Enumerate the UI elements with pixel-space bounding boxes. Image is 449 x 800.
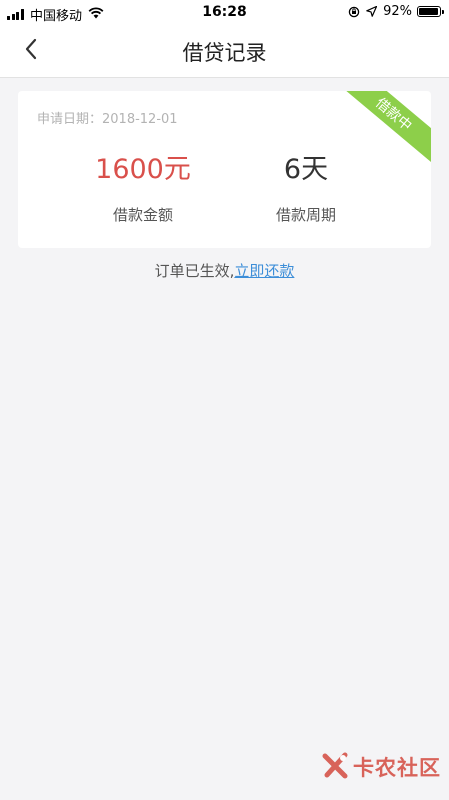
loan-term-stat: 6天 借款周期 — [236, 153, 376, 225]
rotation-lock-icon — [348, 6, 360, 18]
loan-amount-value: 1600元 — [95, 154, 191, 185]
order-status-message: 订单已生效,立即还款 — [0, 260, 449, 281]
status-bar: 中国移动 16:28 92% — [0, 0, 449, 25]
loan-amount-label: 借款金额 — [112, 206, 173, 224]
watermark-x-icon — [321, 750, 351, 784]
location-arrow-icon — [366, 6, 378, 17]
loan-record-card[interactable]: 申请日期：2018-12-01 借款中 1600元 借款金额 6天 借款周期 — [18, 91, 431, 248]
order-status-text: 订单已生效, — [154, 262, 235, 280]
watermark-text: 卡农社区 — [353, 756, 441, 780]
loan-term-label: 借款周期 — [275, 206, 336, 224]
nav-bar: 借贷记录 — [0, 25, 449, 78]
watermark-logo: 卡农社区 — [321, 750, 441, 784]
loan-term-value: 6天 — [283, 154, 329, 185]
repay-now-link[interactable]: 立即还款 — [234, 262, 294, 280]
loan-amount-stat: 1600元 借款金额 — [73, 153, 213, 225]
apply-date: 申请日期：2018-12-01 — [37, 112, 178, 127]
status-right: 92% — [348, 4, 444, 19]
battery-icon — [417, 6, 444, 17]
battery-percent: 92% — [383, 4, 412, 19]
page-title: 借贷记录 — [182, 41, 267, 65]
